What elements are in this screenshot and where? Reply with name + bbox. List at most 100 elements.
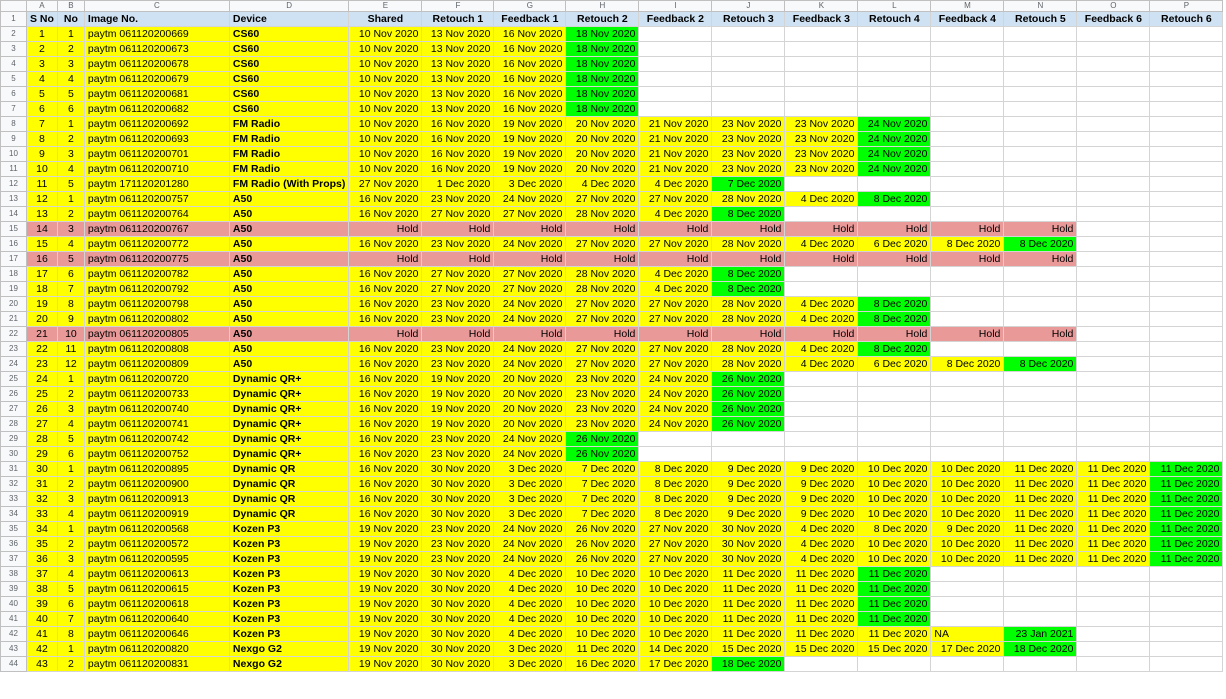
s-no-cell[interactable]: 6 (26, 101, 58, 117)
date-cell[interactable]: 11 Dec 2020 (857, 596, 932, 612)
no-cell[interactable]: 9 (56, 311, 85, 327)
date-cell[interactable] (784, 176, 859, 192)
date-cell[interactable] (1003, 191, 1078, 207)
column-header-E[interactable]: E (348, 0, 423, 12)
date-cell[interactable]: 4 Dec 2020 (784, 536, 859, 552)
header-cell[interactable]: S No (26, 11, 58, 27)
date-cell[interactable]: 8 Dec 2020 (638, 506, 713, 522)
date-cell[interactable]: 16 Nov 2020 (421, 161, 495, 177)
date-cell[interactable] (1076, 656, 1151, 672)
no-cell[interactable]: 2 (56, 206, 85, 222)
date-cell[interactable]: 19 Nov 2020 (348, 656, 423, 672)
date-cell[interactable] (1076, 146, 1151, 162)
date-cell[interactable]: 27 Nov 2020 (638, 356, 713, 372)
date-cell[interactable] (930, 86, 1005, 102)
date-cell[interactable] (1076, 71, 1151, 87)
date-cell[interactable]: 19 Nov 2020 (421, 416, 495, 432)
date-cell[interactable] (784, 56, 859, 72)
date-cell[interactable]: 10 Dec 2020 (565, 626, 640, 642)
device-cell[interactable]: FM Radio (With Props) (228, 176, 350, 192)
date-cell[interactable]: 9 Dec 2020 (784, 476, 859, 492)
date-cell[interactable] (1003, 281, 1078, 297)
date-cell[interactable] (930, 206, 1005, 222)
date-cell[interactable] (1076, 281, 1151, 297)
date-cell[interactable]: 11 Dec 2020 (1149, 461, 1224, 477)
date-cell[interactable]: 18 Nov 2020 (565, 56, 640, 72)
row-number[interactable]: 13 (0, 191, 27, 207)
date-cell[interactable]: Hold (857, 221, 932, 237)
no-cell[interactable]: 4 (56, 161, 85, 177)
date-cell[interactable] (1076, 101, 1151, 117)
row-number[interactable]: 39 (0, 581, 27, 597)
image-no-cell[interactable]: paytm 061120200808 (83, 341, 230, 357)
date-cell[interactable] (1003, 431, 1078, 447)
date-cell[interactable]: 27 Nov 2020 (565, 236, 640, 252)
date-cell[interactable]: 18 Nov 2020 (565, 71, 640, 87)
device-cell[interactable]: A50 (228, 341, 350, 357)
image-no-cell[interactable]: paytm 061120200678 (83, 56, 230, 72)
date-cell[interactable] (1076, 356, 1151, 372)
date-cell[interactable]: 28 Nov 2020 (711, 296, 786, 312)
date-cell[interactable] (1149, 416, 1224, 432)
date-cell[interactable]: 21 Nov 2020 (638, 161, 713, 177)
date-cell[interactable] (857, 26, 932, 42)
row-number[interactable]: 12 (0, 176, 27, 192)
s-no-cell[interactable]: 29 (26, 446, 58, 462)
date-cell[interactable] (1003, 41, 1078, 57)
date-cell[interactable] (1076, 626, 1151, 642)
date-cell[interactable]: 16 Nov 2020 (348, 311, 423, 327)
s-no-cell[interactable]: 28 (26, 431, 58, 447)
date-cell[interactable] (930, 101, 1005, 117)
date-cell[interactable]: 4 Dec 2020 (784, 356, 859, 372)
date-cell[interactable]: 21 Nov 2020 (638, 116, 713, 132)
date-cell[interactable]: 16 Nov 2020 (348, 491, 423, 507)
date-cell[interactable] (1149, 446, 1224, 462)
column-header-G[interactable]: G (493, 0, 567, 12)
date-cell[interactable] (1076, 326, 1151, 342)
date-cell[interactable] (1076, 581, 1151, 597)
image-no-cell[interactable]: paytm 061120200733 (83, 386, 230, 402)
date-cell[interactable] (638, 446, 713, 462)
date-cell[interactable]: 23 Nov 2020 (565, 416, 640, 432)
date-cell[interactable]: 11 Dec 2020 (784, 566, 859, 582)
no-cell[interactable]: 7 (56, 281, 85, 297)
date-cell[interactable]: 16 Nov 2020 (493, 86, 567, 102)
device-cell[interactable]: Dynamic QR+ (228, 431, 350, 447)
date-cell[interactable] (784, 371, 859, 387)
date-cell[interactable]: 11 Dec 2020 (1149, 506, 1224, 522)
row-number[interactable]: 14 (0, 206, 27, 222)
date-cell[interactable]: 9 Dec 2020 (711, 461, 786, 477)
date-cell[interactable]: 4 Dec 2020 (784, 236, 859, 252)
device-cell[interactable]: Dynamic QR+ (228, 401, 350, 417)
date-cell[interactable]: 23 Jan 2021 (1003, 626, 1078, 642)
date-cell[interactable]: 19 Nov 2020 (421, 401, 495, 417)
row-number[interactable]: 5 (0, 71, 27, 87)
date-cell[interactable]: 10 Dec 2020 (565, 611, 640, 627)
date-cell[interactable]: 28 Nov 2020 (565, 281, 640, 297)
date-cell[interactable]: Hold (638, 221, 713, 237)
date-cell[interactable]: 10 Dec 2020 (565, 581, 640, 597)
s-no-cell[interactable]: 5 (26, 86, 58, 102)
date-cell[interactable]: 10 Dec 2020 (857, 476, 932, 492)
date-cell[interactable]: 30 Nov 2020 (421, 641, 495, 657)
date-cell[interactable]: 3 Dec 2020 (493, 656, 567, 672)
date-cell[interactable]: Hold (565, 326, 640, 342)
date-cell[interactable]: 11 Dec 2020 (1076, 491, 1151, 507)
date-cell[interactable]: Hold (638, 326, 713, 342)
date-cell[interactable] (1003, 146, 1078, 162)
header-cell[interactable]: Feedback 1 (493, 11, 567, 27)
column-header-M[interactable]: M (930, 0, 1005, 12)
date-cell[interactable]: 20 Nov 2020 (565, 146, 640, 162)
date-cell[interactable]: Hold (1003, 251, 1078, 267)
date-cell[interactable]: 16 Nov 2020 (493, 26, 567, 42)
device-cell[interactable]: FM Radio (228, 131, 350, 147)
date-cell[interactable] (930, 266, 1005, 282)
no-cell[interactable]: 6 (56, 446, 85, 462)
date-cell[interactable]: 28 Nov 2020 (711, 341, 786, 357)
no-cell[interactable]: 1 (56, 26, 85, 42)
date-cell[interactable]: 19 Nov 2020 (348, 581, 423, 597)
date-cell[interactable]: 16 Nov 2020 (348, 356, 423, 372)
date-cell[interactable] (930, 161, 1005, 177)
date-cell[interactable]: 11 Dec 2020 (1076, 551, 1151, 567)
no-cell[interactable]: 6 (56, 266, 85, 282)
